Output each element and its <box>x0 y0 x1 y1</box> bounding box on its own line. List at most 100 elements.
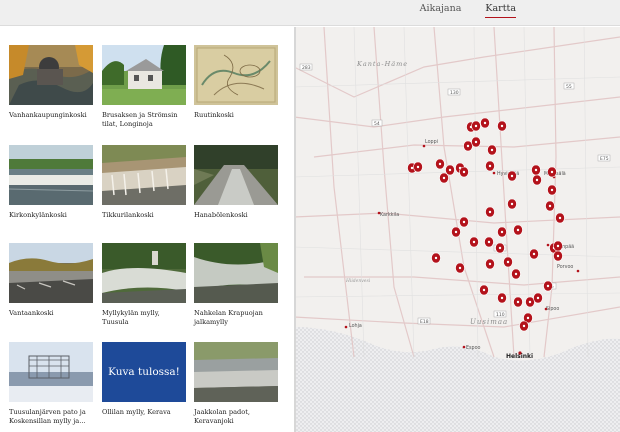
city-label: Porvoo <box>557 264 573 270</box>
map-marker-dot <box>416 165 420 169</box>
location-card[interactable]: Jaakkolan padot, Keravanjoki <box>194 342 278 426</box>
map-marker-dot <box>474 140 478 144</box>
location-list: Vanhankaupunginkoski Brusaksen ja Ströms… <box>0 27 294 432</box>
map-marker-dot <box>550 188 554 192</box>
map-marker-dot <box>522 324 526 328</box>
location-card[interactable]: Tikkurilankoski <box>102 145 186 220</box>
map-marker-dot <box>482 288 486 292</box>
location-photo[interactable] <box>194 145 278 205</box>
location-card[interactable]: Brusaksen ja Strömsin tilat, Longinoja <box>102 45 186 129</box>
location-title[interactable]: Tikkurilankoski <box>102 211 186 220</box>
location-title[interactable]: Ollilan mylly, Kerava <box>102 408 186 417</box>
map-marker-dot <box>536 296 540 300</box>
region-label: Hiidenvesi <box>345 278 371 284</box>
map-marker-dot <box>556 244 560 248</box>
view-switcher: Aikajana Kartta <box>420 3 516 18</box>
image-placeholder-text: Kuva tulossa! <box>108 366 180 378</box>
location-photo[interactable] <box>194 45 278 105</box>
map-marker-dot <box>458 266 462 270</box>
map-marker-dot <box>526 316 530 320</box>
location-title[interactable]: Myllykylän mylly, Tuusula <box>102 309 186 327</box>
map-marker-dot <box>474 124 478 128</box>
region-label: Uusimaa <box>470 318 508 326</box>
map-marker-dot <box>462 220 466 224</box>
road-number: E18 <box>420 319 429 325</box>
map-marker-dot <box>516 228 520 232</box>
location-title[interactable]: Tuusulanjärven pato ja Koskensillan myll… <box>9 408 93 426</box>
map-marker-dot <box>534 168 538 172</box>
map-marker-dot <box>516 300 520 304</box>
city-label: Karkkila <box>380 212 399 218</box>
location-title[interactable]: Kirkonkylänkoski <box>9 211 93 220</box>
location-title[interactable]: Ruutinkoski <box>194 111 278 120</box>
map-marker-dot <box>510 174 514 178</box>
location-title[interactable]: Nahkelan Krapuojan jalkamylly <box>194 309 278 327</box>
location-photo[interactable] <box>9 243 93 303</box>
city-label: Helsinki <box>506 353 533 360</box>
map-marker-dot <box>514 272 518 276</box>
location-card[interactable]: Myllykylän mylly, Tuusula <box>102 243 186 327</box>
road-number: 54 <box>374 121 380 127</box>
location-title[interactable]: Vanhankaupunginkoski <box>9 111 93 120</box>
map-marker-dot <box>546 284 550 288</box>
city-label: Espoo <box>466 345 481 351</box>
map-marker-dot <box>488 262 492 266</box>
map-view[interactable]: Kanta-Häme Uusimaa Hiidenvesi Loppi Kark… <box>294 27 620 432</box>
map-marker-dot <box>438 162 442 166</box>
location-photo[interactable] <box>9 342 93 402</box>
list-scrollbar[interactable] <box>294 27 296 432</box>
tab-timeline[interactable]: Aikajana <box>420 3 462 18</box>
location-card[interactable]: Kirkonkylänkoski <box>9 145 93 220</box>
location-photo[interactable] <box>9 45 93 105</box>
location-card[interactable]: Hanabölenkoski <box>194 145 278 220</box>
map-marker-dot <box>550 170 554 174</box>
tab-map[interactable]: Kartta <box>485 3 516 18</box>
map-marker-dot <box>434 256 438 260</box>
location-card[interactable]: Vanhankaupunginkoski <box>9 45 93 120</box>
map-marker-dot <box>487 240 491 244</box>
city-label: Lohja <box>349 323 362 329</box>
map-marker-dot <box>483 121 487 125</box>
location-title[interactable]: Jaakkolan padot, Keravanjoki <box>194 408 278 426</box>
map-marker-dot <box>500 296 504 300</box>
image-placeholder[interactable]: Kuva tulossa! <box>102 342 186 402</box>
location-title[interactable]: Hanabölenkoski <box>194 211 278 220</box>
map-marker-dot <box>535 178 539 182</box>
map-marker-dot <box>500 124 504 128</box>
location-card[interactable]: Vantaankoski <box>9 243 93 318</box>
map-marker-dot <box>442 176 446 180</box>
map-marker-dot <box>498 246 502 250</box>
city-label: Sipoo <box>546 306 559 312</box>
region-label: Kanta-Häme <box>356 60 408 68</box>
location-card[interactable]: Tuusulanjärven pato ja Koskensillan myll… <box>9 342 93 426</box>
map-marker-dot <box>556 254 560 258</box>
location-title[interactable]: Brusaksen ja Strömsin tilat, Longinoja <box>102 111 186 129</box>
location-card[interactable]: Nahkelan Krapuojan jalkamylly <box>194 243 278 327</box>
map-marker-dot <box>558 216 562 220</box>
map-marker-dot <box>410 166 414 170</box>
road-number: E75 <box>600 156 609 162</box>
map-marker-dot <box>528 300 532 304</box>
map-marker-dot <box>506 260 510 264</box>
map-marker-dot <box>510 202 514 206</box>
map-marker-dot <box>490 148 494 152</box>
city-label: Loppi <box>425 139 438 145</box>
map-marker-dot <box>448 168 452 172</box>
location-photo[interactable] <box>102 145 186 205</box>
map-marker-dot <box>548 204 552 208</box>
location-photo[interactable] <box>9 145 93 205</box>
location-card[interactable]: Kuva tulossa! Ollilan mylly, Kerava <box>102 342 186 417</box>
road-number: 110 <box>496 312 505 318</box>
location-photo[interactable] <box>102 45 186 105</box>
location-photo[interactable] <box>194 342 278 402</box>
location-title[interactable]: Vantaankoski <box>9 309 93 318</box>
map-marker-dot <box>466 144 470 148</box>
location-photo[interactable] <box>102 243 186 303</box>
map-marker-dot <box>488 210 492 214</box>
map-canvas[interactable]: Kanta-Häme Uusimaa Hiidenvesi Loppi Kark… <box>294 27 620 432</box>
location-card[interactable]: Ruutinkoski <box>194 45 278 120</box>
map-marker-dot <box>454 230 458 234</box>
road-number: 283 <box>302 65 311 71</box>
location-photo[interactable] <box>194 243 278 303</box>
map-marker-dot <box>462 170 466 174</box>
